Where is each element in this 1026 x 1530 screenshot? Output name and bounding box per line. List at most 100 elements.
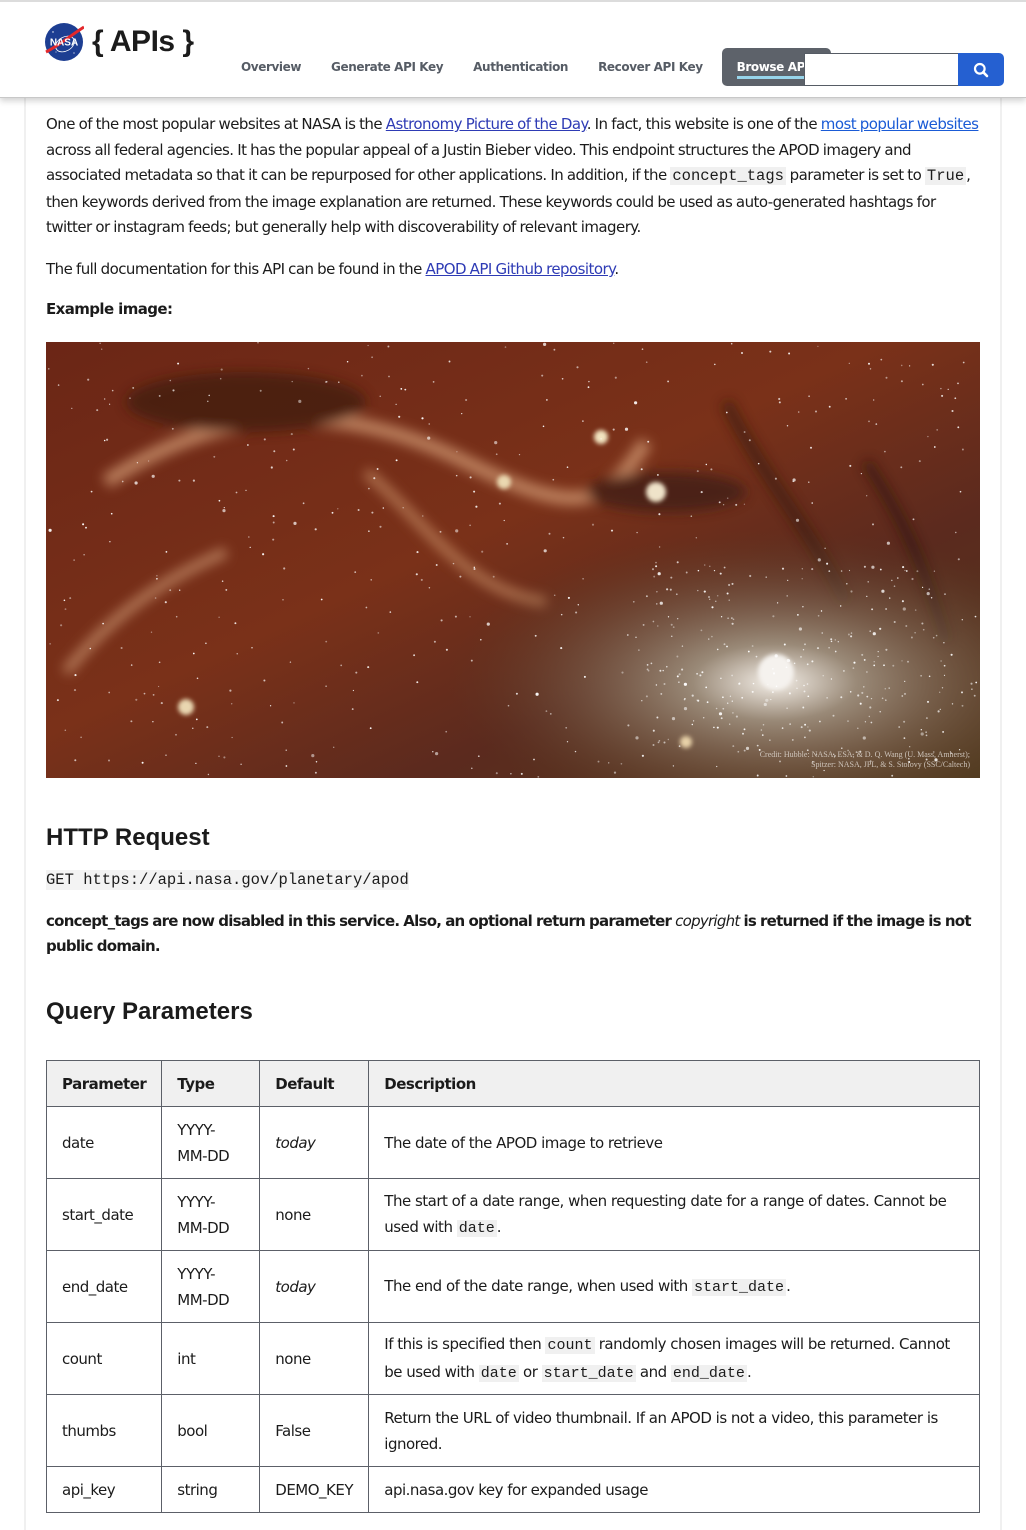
star: [175, 733, 177, 736]
star: [669, 588, 672, 591]
star: [109, 403, 111, 405]
star: [120, 646, 123, 650]
star: [732, 745, 735, 748]
search-button[interactable]: [958, 53, 1004, 86]
star: [80, 736, 82, 739]
star: [925, 734, 928, 737]
star: [731, 582, 734, 585]
star: [645, 695, 648, 698]
star: [807, 695, 810, 698]
star: [901, 695, 904, 697]
star: [869, 368, 872, 370]
star: [87, 378, 90, 381]
star: [165, 754, 167, 757]
apod-site-link[interactable]: Astronomy Picture of the Day: [386, 115, 588, 133]
star: [152, 721, 154, 723]
query-parameters-heading: Query Parameters: [46, 998, 253, 1025]
star: [574, 750, 577, 753]
star: [415, 573, 418, 576]
star: [806, 663, 809, 666]
query-parameters-table: Parameter Type Default Description date Y…: [45, 1060, 980, 1513]
star: [111, 389, 114, 392]
star: [504, 346, 507, 348]
cell-parameter: date: [45, 1106, 163, 1179]
star: [251, 647, 253, 649]
cell-default: today: [259, 1250, 370, 1323]
star: [711, 606, 714, 609]
star: [873, 661, 875, 663]
star: [778, 401, 781, 404]
star: [714, 363, 716, 366]
star: [388, 375, 390, 378]
star: [169, 589, 172, 592]
github-repo-link[interactable]: APOD API Github repository: [425, 260, 614, 278]
star: [933, 446, 936, 448]
nav-generate-api-key[interactable]: Generate API Key: [316, 48, 458, 86]
star: [870, 697, 873, 700]
star: [371, 356, 373, 359]
star: [804, 643, 806, 646]
star: [175, 615, 178, 618]
star: [470, 659, 473, 662]
star: [477, 755, 480, 758]
star: [814, 410, 818, 413]
star: [817, 558, 821, 562]
star: [807, 726, 809, 728]
star: [696, 672, 699, 675]
star: [783, 643, 786, 646]
star: [642, 623, 645, 626]
star: [469, 524, 471, 527]
search-input[interactable]: [804, 53, 958, 86]
star: [135, 698, 138, 701]
star: [772, 691, 774, 693]
star: [889, 597, 891, 599]
star: [465, 398, 468, 402]
star: [404, 388, 407, 391]
star: [702, 717, 705, 719]
star: [640, 468, 643, 471]
nav-authentication[interactable]: Authentication: [458, 48, 583, 86]
star: [802, 649, 805, 651]
star: [757, 462, 760, 465]
star: [302, 502, 305, 505]
star: [879, 627, 882, 630]
star: [729, 695, 732, 697]
star: [542, 425, 545, 428]
star: [666, 588, 669, 591]
star: [903, 692, 907, 695]
star: [898, 726, 901, 728]
star: [63, 599, 66, 602]
star: [151, 474, 155, 478]
star: [828, 646, 830, 649]
star: [861, 653, 864, 656]
star: [503, 519, 505, 522]
http-request-heading: HTTP Request: [46, 824, 210, 851]
star: [456, 451, 458, 453]
star: [696, 470, 699, 473]
star: [510, 773, 512, 775]
star: [709, 565, 711, 567]
star: [169, 379, 172, 382]
star: [657, 741, 660, 744]
nav-overview[interactable]: Overview: [226, 48, 316, 86]
home-logo-link[interactable]: NASA { APIs }: [44, 22, 194, 62]
star: [786, 658, 790, 663]
star: [786, 595, 788, 597]
star: [772, 672, 776, 675]
star: [565, 726, 568, 729]
star: [710, 468, 713, 471]
star: [270, 466, 273, 469]
star: [566, 466, 569, 468]
star: [834, 650, 837, 653]
cell-description: Return the URL of video thumbnail. If an…: [368, 1394, 980, 1467]
star: [842, 669, 845, 672]
nav-recover-api-key[interactable]: Recover API Key: [583, 48, 718, 86]
star: [808, 395, 810, 398]
star: [660, 692, 663, 695]
star: [331, 511, 334, 514]
star: [428, 423, 430, 425]
most-popular-websites-link[interactable]: most popular websites: [821, 115, 979, 133]
star: [696, 699, 698, 701]
star: [926, 700, 930, 703]
star: [432, 381, 435, 383]
